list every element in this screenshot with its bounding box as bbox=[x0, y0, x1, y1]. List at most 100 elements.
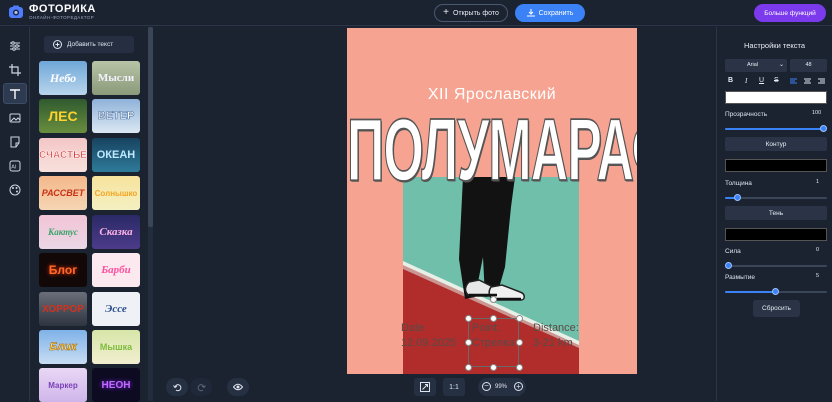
blur-slider-handle[interactable] bbox=[772, 288, 779, 295]
app-header: ФОТОРИКА ОНЛАЙН-ФОТОРЕДАКТОР + Открыть ф… bbox=[0, 0, 832, 26]
blur-fill bbox=[725, 291, 776, 293]
preset-tile[interactable]: ЛЕС bbox=[39, 99, 87, 133]
app-subtitle: ОНЛАЙН-ФОТОРЕДАКТОР bbox=[29, 15, 94, 20]
app-title: ФОТОРИКА bbox=[29, 3, 96, 15]
zoom-in-button[interactable]: + bbox=[514, 382, 523, 391]
preset-tile[interactable]: Маркер bbox=[39, 368, 87, 402]
preset-tile[interactable]: Блик bbox=[39, 330, 87, 364]
poster-title[interactable]: ПОЛУМАРАФОН bbox=[347, 100, 637, 270]
opacity-fill bbox=[725, 128, 824, 130]
resize-handle[interactable] bbox=[465, 315, 472, 322]
text-tool[interactable] bbox=[3, 83, 27, 104]
preset-tile[interactable]: Мышка bbox=[92, 330, 140, 364]
preset-tile[interactable]: НЕОН bbox=[92, 368, 140, 402]
rotate-handle[interactable] bbox=[490, 296, 497, 303]
preset-tile[interactable]: РАССВЕТ bbox=[39, 176, 87, 210]
more-features-button[interactable]: Больше функций bbox=[754, 4, 826, 22]
preset-tile[interactable]: Небо bbox=[39, 61, 87, 95]
distance-label[interactable]: Distance: bbox=[533, 322, 579, 334]
blur-value: 5 bbox=[816, 273, 820, 279]
preset-tile[interactable]: ВЕТЕР bbox=[92, 99, 140, 133]
opacity-slider-handle[interactable] bbox=[820, 125, 827, 132]
crop-icon bbox=[9, 63, 21, 76]
resize-handle[interactable] bbox=[490, 364, 497, 371]
preset-tile[interactable]: Сказка bbox=[92, 215, 140, 249]
add-text-button[interactable]: Добавить текст bbox=[44, 36, 134, 53]
strength-slider-handle[interactable] bbox=[725, 262, 732, 269]
italic-button[interactable]: I bbox=[745, 77, 747, 85]
text-color-swatch[interactable] bbox=[725, 91, 827, 104]
zoom-value: 99% bbox=[495, 384, 508, 390]
save-button[interactable]: Сохранить bbox=[515, 4, 585, 22]
thickness-slider-handle[interactable] bbox=[734, 194, 741, 201]
fit-screen-button[interactable] bbox=[414, 378, 436, 396]
redo-icon bbox=[197, 383, 206, 391]
preset-tile[interactable]: Кактус bbox=[39, 215, 87, 249]
align-center-icon[interactable] bbox=[804, 78, 811, 85]
align-right-icon[interactable] bbox=[818, 78, 825, 85]
resize-handle[interactable] bbox=[516, 315, 523, 322]
preview-button[interactable] bbox=[227, 378, 249, 396]
resize-handle[interactable] bbox=[465, 364, 472, 371]
resize-handle[interactable] bbox=[516, 364, 523, 371]
underline-button[interactable]: U bbox=[759, 77, 764, 84]
resize-handle[interactable] bbox=[516, 339, 523, 346]
bold-button[interactable]: B bbox=[728, 77, 733, 84]
text-icon bbox=[10, 88, 20, 99]
download-icon bbox=[526, 9, 535, 17]
undo-icon bbox=[172, 383, 181, 391]
reset-button[interactable]: Сбросить bbox=[753, 300, 800, 317]
preset-tile[interactable]: ХОРРОР bbox=[39, 292, 87, 326]
open-photo-button[interactable]: + Открыть фото bbox=[434, 4, 508, 22]
actual-size-button[interactable]: 1:1 bbox=[443, 378, 465, 396]
font-size-input[interactable]: 48 bbox=[790, 59, 827, 72]
poster-canvas[interactable]: XII Ярославский ПОЛУМАРАФОН Date 12.09.2… bbox=[347, 28, 637, 374]
distance-value[interactable]: 3-21 km bbox=[533, 337, 573, 349]
image-icon bbox=[9, 113, 21, 122]
plus-circle-icon bbox=[53, 40, 62, 49]
preset-tile[interactable]: Солнышко bbox=[92, 176, 140, 210]
selection-box bbox=[468, 318, 519, 367]
outline-color-swatch[interactable] bbox=[725, 159, 827, 172]
shadow-color-swatch[interactable] bbox=[725, 228, 827, 241]
crop-tool[interactable] bbox=[3, 59, 27, 80]
ai-icon: AI bbox=[9, 160, 21, 171]
shadow-section[interactable]: Тень bbox=[725, 206, 827, 220]
eye-icon bbox=[233, 383, 243, 391]
date-label[interactable]: Date bbox=[401, 322, 424, 334]
ai-tool[interactable]: AI bbox=[3, 155, 27, 176]
undo-button[interactable] bbox=[166, 378, 188, 396]
effects-tool[interactable] bbox=[3, 179, 27, 200]
logo-icon bbox=[9, 5, 23, 18]
preset-tile[interactable]: Блог bbox=[39, 253, 87, 287]
strikethrough-button[interactable]: S bbox=[774, 77, 779, 84]
opacity-value: 100 bbox=[812, 110, 822, 116]
plus-icon: + bbox=[443, 7, 449, 18]
sliders-icon bbox=[10, 40, 20, 51]
font-select[interactable]: Arial bbox=[725, 59, 787, 72]
preset-tile[interactable]: ОКЕАН bbox=[92, 138, 140, 172]
preset-tile[interactable]: Мысли bbox=[92, 61, 140, 95]
settings-title: Настройки текста bbox=[743, 41, 806, 50]
strength-value: 0 bbox=[816, 247, 820, 253]
resize-handle[interactable] bbox=[465, 339, 472, 346]
redo-button[interactable] bbox=[190, 378, 212, 396]
zoom-out-button[interactable]: − bbox=[482, 382, 491, 391]
strength-label: Сила bbox=[725, 248, 741, 255]
tool-sidebar: AI bbox=[0, 27, 30, 401]
image-tool[interactable] bbox=[3, 107, 27, 128]
align-left-icon[interactable] bbox=[790, 78, 797, 85]
strength-track[interactable] bbox=[725, 265, 827, 267]
svg-text:AI: AI bbox=[11, 164, 17, 170]
sticker-icon bbox=[10, 136, 20, 147]
preset-tile[interactable]: Барби bbox=[92, 253, 140, 287]
thickness-value: 1 bbox=[816, 179, 820, 185]
blur-label: Размытие bbox=[725, 274, 756, 281]
outline-section[interactable]: Контур bbox=[725, 137, 827, 151]
adjust-tool[interactable] bbox=[3, 35, 27, 56]
date-value[interactable]: 12.09.2025 bbox=[401, 337, 456, 349]
sticker-tool[interactable] bbox=[3, 131, 27, 152]
preset-tile[interactable]: СЧАСТЬЕ bbox=[39, 138, 87, 172]
resize-handle[interactable] bbox=[490, 315, 497, 322]
preset-tile[interactable]: Эссе bbox=[92, 292, 140, 326]
